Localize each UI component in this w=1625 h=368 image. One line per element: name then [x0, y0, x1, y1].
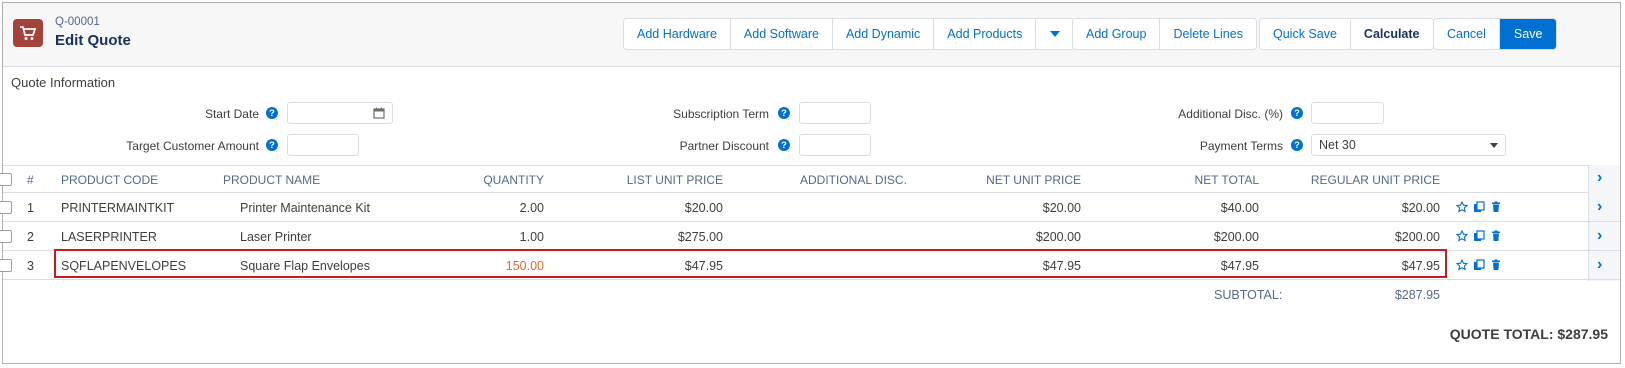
start-date-input[interactable]: [287, 102, 393, 124]
net-total: $40.00: [1220, 201, 1259, 215]
add-group-button[interactable]: Add Group: [1073, 19, 1161, 49]
add-hardware-button[interactable]: Add Hardware: [624, 19, 731, 49]
quantity[interactable]: 2.00: [443, 201, 544, 215]
table-header: # PRODUCT CODE PRODUCT NAME QUANTITY LIS…: [0, 165, 1620, 193]
col-net-total[interactable]: NET TOTAL: [1143, 173, 1259, 187]
delete-lines-button[interactable]: Delete Lines: [1160, 19, 1256, 49]
cancel-button[interactable]: Cancel: [1434, 19, 1500, 49]
star-icon[interactable]: [1455, 258, 1469, 272]
help-icon[interactable]: ?: [266, 107, 278, 119]
star-icon[interactable]: [1455, 200, 1469, 214]
col-net-unit-price[interactable]: NET UNIT PRICE: [963, 173, 1081, 187]
trash-icon[interactable]: [1489, 258, 1503, 272]
col-num: #: [27, 173, 34, 187]
payment-terms-value: Net 30: [1319, 138, 1356, 152]
row-actions: [1455, 229, 1503, 243]
subscription-term-input[interactable]: [799, 102, 871, 124]
product-name: Laser Printer: [240, 230, 312, 244]
row-actions: [1455, 200, 1503, 214]
col-product-code[interactable]: PRODUCT CODE: [61, 173, 158, 187]
trash-icon[interactable]: [1489, 229, 1503, 243]
caret-down-icon: [1050, 31, 1061, 37]
net-unit-price: $200.00: [1035, 230, 1081, 244]
target-customer-amount-label: Target Customer Amount: [126, 139, 259, 153]
col-additional-disc[interactable]: ADDITIONAL DISC.: [800, 173, 907, 187]
table-row[interactable]: 2 LASERPRINTER Laser Printer 1.00 $275.0…: [0, 222, 1620, 251]
col-regular-unit-price[interactable]: REGULAR UNIT PRICE: [1293, 173, 1440, 187]
cart-icon: [13, 19, 43, 47]
help-icon[interactable]: ?: [1291, 139, 1303, 151]
page-header: Q-00001 Edit Quote Add Hardware Add Soft…: [3, 3, 1620, 67]
quantity[interactable]: 1.00: [443, 230, 544, 244]
product-code: PRINTERMAINTKIT: [61, 201, 175, 215]
add-buttons-group: Add Hardware Add Software Add Dynamic Ad…: [623, 18, 1076, 50]
clone-icon[interactable]: [1472, 229, 1486, 243]
target-customer-amount-input[interactable]: [287, 134, 359, 156]
quote-number: Q-00001: [55, 16, 100, 28]
star-icon[interactable]: [1455, 229, 1469, 243]
add-dynamic-button[interactable]: Add Dynamic: [832, 19, 935, 49]
calculate-button[interactable]: Calculate: [1350, 19, 1433, 49]
subscription-term-label: Subscription Term: [673, 107, 769, 121]
row-checkbox[interactable]: [0, 201, 12, 214]
subtotal-label: SUBTOTAL:: [1214, 288, 1283, 302]
net-total: $200.00: [1213, 230, 1259, 244]
list-unit-price: $275.00: [677, 230, 723, 244]
start-date-label: Start Date: [204, 107, 259, 121]
additional-disc-input[interactable]: [1311, 102, 1384, 124]
page-title: Edit Quote: [55, 32, 131, 49]
payment-terms-label: Payment Terms: [1199, 139, 1283, 153]
highlighted-row-outline: [54, 249, 1447, 278]
row-num: 2: [27, 230, 34, 244]
row-actions: [1455, 258, 1503, 272]
product-code: LASERPRINTER: [61, 230, 157, 244]
help-icon[interactable]: ?: [778, 107, 790, 119]
net-unit-price: $20.00: [1042, 201, 1081, 215]
more-actions-button[interactable]: [1036, 19, 1075, 49]
row-checkbox[interactable]: [0, 259, 12, 272]
cancel-save-buttons-group: Cancel Save: [1433, 18, 1558, 50]
clone-icon[interactable]: [1472, 258, 1486, 272]
row-num: 3: [27, 259, 34, 273]
col-product-name[interactable]: PRODUCT NAME: [223, 173, 320, 187]
col-list-unit-price[interactable]: LIST UNIT PRICE: [603, 173, 723, 187]
clone-icon[interactable]: [1472, 200, 1486, 214]
add-products-button[interactable]: Add Products: [934, 19, 1037, 49]
quote-total: QUOTE TOTAL: $287.95: [1449, 326, 1608, 342]
table-row[interactable]: 1 PRINTERMAINTKIT Printer Maintenance Ki…: [0, 193, 1620, 222]
list-unit-price: $20.00: [684, 201, 723, 215]
quick-save-button[interactable]: Quick Save: [1260, 19, 1351, 49]
chevron-right-icon[interactable]: ›: [1597, 169, 1602, 187]
save-button[interactable]: Save: [1499, 19, 1557, 49]
help-icon[interactable]: ?: [778, 139, 790, 151]
add-software-button[interactable]: Add Software: [730, 19, 833, 49]
quote-editor: Q-00001 Edit Quote Add Hardware Add Soft…: [0, 2, 1621, 364]
col-quantity[interactable]: QUANTITY: [443, 173, 544, 187]
help-icon[interactable]: ?: [266, 139, 278, 151]
calendar-icon[interactable]: [373, 107, 385, 119]
regular-unit-price: $200.00: [1394, 230, 1440, 244]
partner-discount-label: Partner Discount: [679, 139, 769, 153]
row-num: 1: [27, 201, 34, 215]
payment-terms-select[interactable]: Net 30: [1311, 134, 1506, 156]
product-name: Printer Maintenance Kit: [240, 201, 370, 215]
select-all-checkbox[interactable]: [0, 173, 12, 186]
section-label: Quote Information: [11, 75, 116, 90]
partner-discount-input[interactable]: [799, 134, 871, 156]
additional-disc-label: Additional Disc. (%): [1178, 107, 1283, 121]
group-buttons-group: Add Group Delete Lines: [1072, 18, 1257, 50]
subtotal-value: $287.95: [1394, 288, 1440, 302]
trash-icon[interactable]: [1489, 200, 1503, 214]
regular-unit-price: $20.00: [1401, 201, 1440, 215]
help-icon[interactable]: ?: [1291, 107, 1303, 119]
row-checkbox[interactable]: [0, 230, 12, 243]
save-calc-buttons-group: Quick Save Calculate: [1259, 18, 1434, 50]
caret-down-icon: [1490, 142, 1498, 148]
